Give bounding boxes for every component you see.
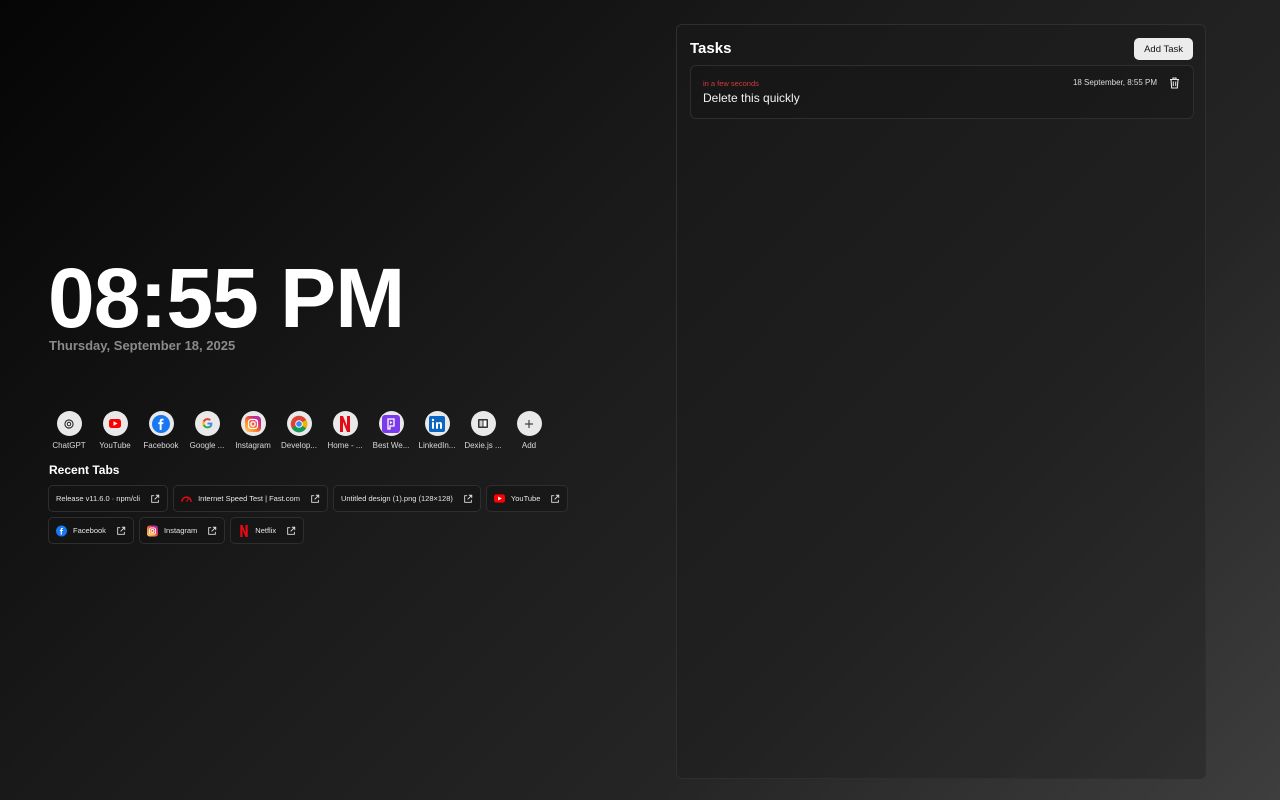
shortcut-netflix[interactable]: Home - ... <box>322 411 368 450</box>
recent-tabs-row: Release v11.6.0 · npm/cli Internet Speed… <box>48 485 569 512</box>
shortcut-label: YouTube <box>99 441 131 450</box>
recent-tab-label: Facebook <box>73 526 106 535</box>
task-item[interactable]: in a few seconds Delete this quickly 18 … <box>690 65 1194 119</box>
task-text: Delete this quickly <box>703 91 800 105</box>
recent-tab-label: Instagram <box>163 526 198 535</box>
youtube-icon <box>102 411 128 436</box>
external-link-icon <box>287 526 296 535</box>
shortcut-label: Google ... <box>189 441 225 450</box>
shortcut-add[interactable]: Add <box>506 411 552 450</box>
facebook-icon <box>148 411 174 436</box>
shortcut-label: Facebook <box>143 441 179 450</box>
external-link-icon <box>311 494 320 503</box>
external-link-icon <box>151 494 160 503</box>
shortcut-chatgpt[interactable]: ChatGPT <box>46 411 92 450</box>
shortcut-label: Dexie.js ... <box>464 441 502 450</box>
purple-app-icon <box>378 411 404 436</box>
external-link-icon <box>464 494 473 503</box>
shortcut-label: Instagram <box>235 441 271 450</box>
task-timestamp: 18 September, 8:55 PM <box>1072 78 1157 87</box>
recent-tab-youtube[interactable]: YouTube <box>485 485 569 512</box>
youtube-icon <box>493 493 505 504</box>
recent-tab-label: Internet Speed Test | Fast.com <box>198 494 300 503</box>
tasks-title: Tasks <box>690 40 732 57</box>
recent-tab-label: YouTube <box>510 494 541 503</box>
netflix-icon <box>332 411 358 436</box>
recent-tab-label: Untitled design (1).png (128×128) <box>340 494 453 503</box>
chatgpt-icon <box>56 411 82 436</box>
shortcut-google[interactable]: Google ... <box>184 411 230 450</box>
netflix-icon <box>238 524 249 537</box>
google-icon <box>194 411 220 436</box>
recent-tab-instagram[interactable]: Instagram <box>138 517 226 544</box>
shortcut-label: Develop... <box>280 441 318 450</box>
instagram-icon <box>240 411 266 436</box>
shortcut-dexie[interactable]: Dexie.js ... <box>460 411 506 450</box>
recent-tab-fastcom[interactable]: Internet Speed Test | Fast.com <box>173 485 328 512</box>
instagram-icon <box>146 525 158 536</box>
shortcut-facebook[interactable]: Facebook <box>138 411 184 450</box>
shortcut-label: Best We... <box>372 441 410 450</box>
shortcut-label: LinkedIn... <box>418 441 456 450</box>
fastcom-icon <box>181 493 192 504</box>
shortcut-youtube[interactable]: YouTube <box>92 411 138 450</box>
shortcut-label: Home - ... <box>327 441 363 450</box>
add-task-button[interactable]: Add Task <box>1134 38 1193 60</box>
shortcut-best-web[interactable]: Best We... <box>368 411 414 450</box>
recent-tab-facebook[interactable]: Facebook <box>48 517 134 544</box>
shortcut-label: Add <box>521 441 537 450</box>
recent-tab-label: Netflix <box>255 526 277 535</box>
linkedin-icon <box>424 411 450 436</box>
external-link-icon <box>117 526 126 535</box>
shortcut-developer[interactable]: Develop... <box>276 411 322 450</box>
recent-tab-untitled-design[interactable]: Untitled design (1).png (128×128) <box>332 485 481 512</box>
shortcut-instagram[interactable]: Instagram <box>230 411 276 450</box>
tasks-panel: Tasks Add Task in a few seconds Delete t… <box>676 24 1206 779</box>
recent-tab-netflix[interactable]: Netflix <box>230 517 305 544</box>
shortcuts-bar: ChatGPT YouTube Facebook Google ... Inst… <box>46 411 552 450</box>
facebook-icon <box>56 525 67 536</box>
recent-tabs-row: Facebook Instagram Netflix <box>48 517 305 544</box>
external-link-icon <box>551 494 560 503</box>
shortcut-label: ChatGPT <box>52 441 86 450</box>
recent-tab-label: Release v11.6.0 · npm/cli <box>56 494 141 503</box>
recent-tabs-title: Recent Tabs <box>49 463 120 477</box>
external-link-icon <box>208 526 217 535</box>
clock-time: 08:55 PM <box>48 251 405 345</box>
task-due: in a few seconds <box>703 79 759 88</box>
recent-tab-npm[interactable]: Release v11.6.0 · npm/cli <box>48 485 169 512</box>
trash-icon[interactable] <box>1167 76 1181 90</box>
clock-date: Thursday, September 18, 2025 <box>49 338 236 353</box>
plus-icon <box>516 411 542 436</box>
dexie-icon <box>470 411 496 436</box>
chrome-icon <box>286 411 312 436</box>
shortcut-linkedin[interactable]: LinkedIn... <box>414 411 460 450</box>
